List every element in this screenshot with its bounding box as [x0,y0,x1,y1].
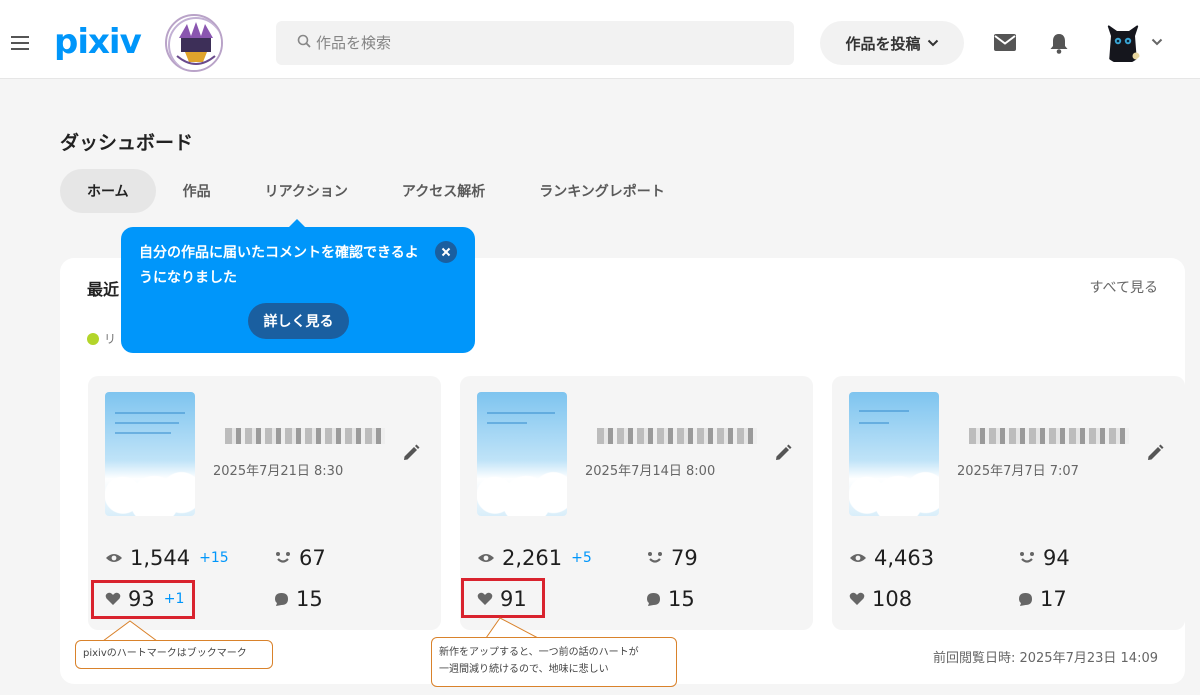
annotation-note-text: 一週間減り続けるので、地味に悲しい [439,664,609,675]
tooltip-message: 自分の作品に届いたコメントを確認できるようになりました [139,245,419,286]
annotation-note-text: pixivのハートマークはブックマーク [83,648,247,659]
close-icon[interactable] [435,241,457,263]
annotation-note: pixivのハートマークはブックマーク [75,640,273,669]
annotation-note: 新作をアップすると、一つ前の話のハートが 一週間減り続けるので、地味に悲しい [431,637,677,687]
annotation-note-text: 新作をアップすると、一つ前の話のハートが [439,647,639,658]
learn-more-button[interactable]: 詳しく見る [248,303,349,339]
feature-tooltip: 自分の作品に届いたコメントを確認できるようになりました 詳しく見る [121,227,475,353]
